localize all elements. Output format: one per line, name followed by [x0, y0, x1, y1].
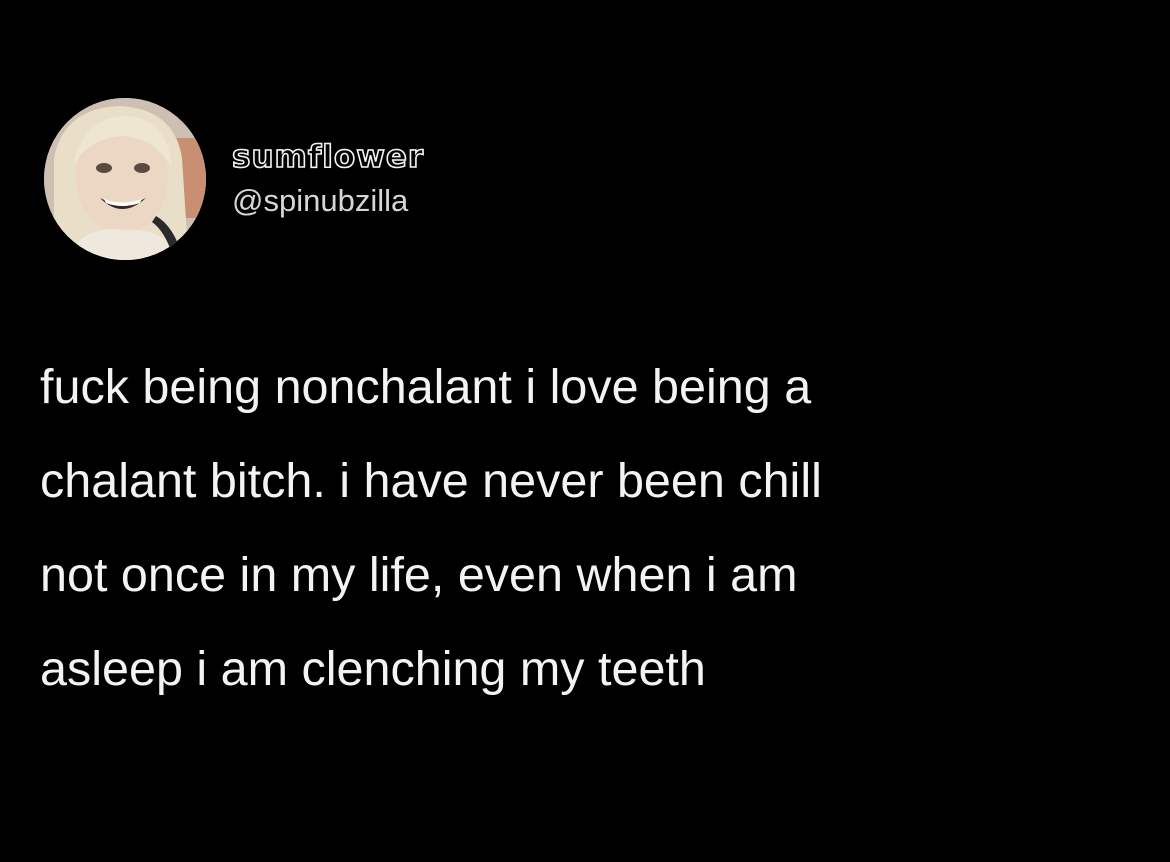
- tweet-text-line: not once in my life, even when i am: [40, 548, 798, 602]
- tweet-card: sumflower @spinubzilla fuck being noncha…: [0, 0, 1170, 862]
- tweet-text-line: chalant bitch. i have never been chill: [40, 454, 822, 508]
- tweet-text-line: fuck being nonchalant i love being a: [40, 360, 812, 414]
- display-name[interactable]: sumflower: [231, 138, 424, 176]
- profile-photo-icon: [44, 98, 206, 260]
- tweet-header: sumflower @spinubzilla: [44, 95, 424, 263]
- avatar[interactable]: [44, 98, 206, 260]
- tweet-text-line: asleep i am clenching my teeth: [40, 642, 706, 696]
- user-names: sumflower @spinubzilla: [231, 138, 424, 219]
- tweet-text: fuck being nonchalant i love being a cha…: [40, 340, 1140, 716]
- user-handle[interactable]: @spinubzilla: [232, 182, 424, 219]
